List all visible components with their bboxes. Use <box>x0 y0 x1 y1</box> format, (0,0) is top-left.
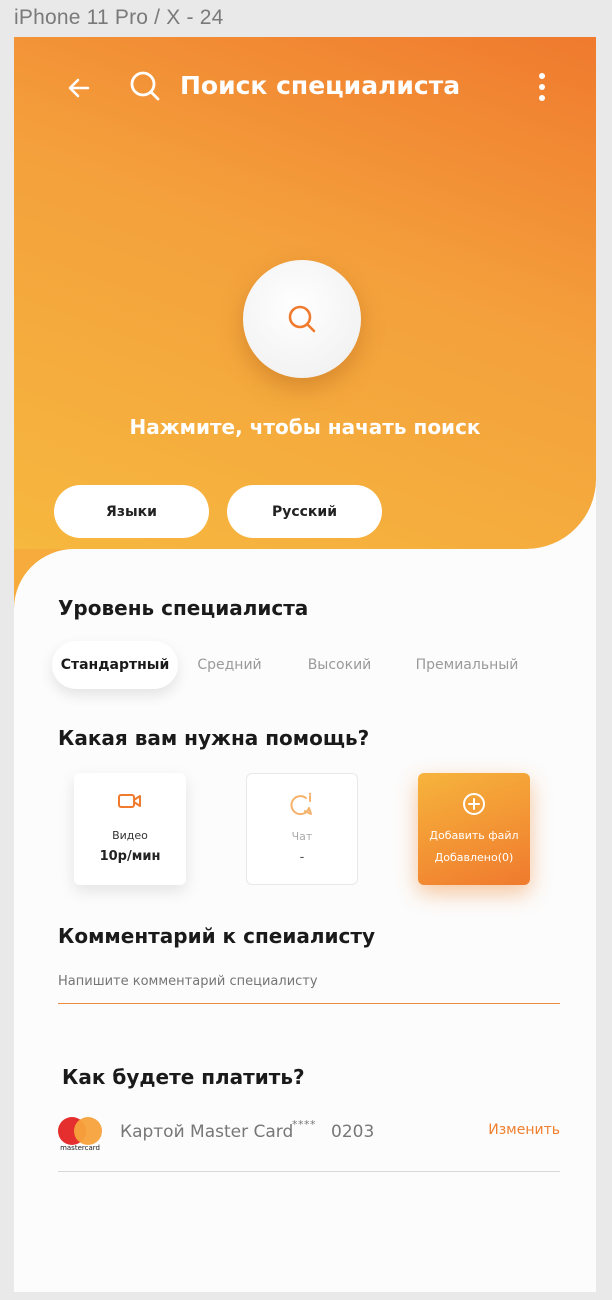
comment-underline <box>58 1003 560 1004</box>
start-search-hint: Нажмите, чтобы начать поиск <box>129 415 481 439</box>
help-section-title: Какая вам нужна помощь? <box>58 726 370 750</box>
help-card-value: Добавлено(0) <box>434 851 514 864</box>
level-tab-premium[interactable]: Премиальный <box>416 641 519 689</box>
help-card-value: - <box>299 850 305 865</box>
search-icon <box>288 305 316 333</box>
change-payment-link[interactable]: Изменить <box>488 1122 560 1138</box>
video-camera-icon <box>118 794 141 808</box>
level-tab-standard[interactable]: Стандартный <box>52 641 178 689</box>
start-search-button[interactable] <box>243 260 361 378</box>
level-section-title: Уровень специалиста <box>58 596 309 620</box>
filter-russian-button[interactable]: Русский <box>227 485 382 538</box>
payment-method-row: mastercard Картой Master Card **** 0203 … <box>58 1117 560 1157</box>
level-tabs: Стандартный Средний Высокий Премиальный <box>52 641 572 689</box>
comment-input[interactable] <box>58 974 560 989</box>
level-tab-medium[interactable]: Средний <box>192 641 267 689</box>
card-last-digits: 0203 <box>331 1122 375 1142</box>
help-card-video[interactable]: Видео 10р/мин <box>74 773 186 885</box>
help-card-chat[interactable]: Чат - <box>246 773 358 885</box>
kebab-menu-icon[interactable] <box>537 73 547 105</box>
help-card-label: Добавить файл <box>429 829 519 842</box>
comment-section-title: Комментарий к спеиалисту <box>58 924 375 948</box>
help-card-value: 10р/мин <box>99 849 161 864</box>
search-hero: Поиск специалиста Нажмите, чтобы начать … <box>14 37 596 549</box>
chat-icon <box>290 792 312 816</box>
search-icon <box>130 71 160 101</box>
payment-method-label: Картой Master Card <box>120 1122 294 1142</box>
frame-label: iPhone 11 Pro / X - 24 <box>14 6 224 29</box>
help-card-add-file[interactable]: Добавить файл Добавлено(0) <box>418 773 530 885</box>
level-tab-high[interactable]: Высокий <box>302 641 377 689</box>
help-card-label: Видео <box>112 829 148 842</box>
add-circle-icon <box>463 793 485 815</box>
phone-screen: Поиск специалиста Нажмите, чтобы начать … <box>14 37 596 1292</box>
payment-section-title: Как будете платить? <box>62 1065 305 1089</box>
top-bar: Поиск специалиста <box>14 65 596 115</box>
help-card-label: Чат <box>291 830 313 843</box>
payment-divider <box>58 1171 560 1172</box>
card-mask: **** <box>292 1118 316 1131</box>
arrow-left-icon[interactable] <box>66 75 92 101</box>
mastercard-logo: mastercard <box>58 1117 102 1153</box>
filter-languages-button[interactable]: Языки <box>54 485 209 538</box>
page-title: Поиск специалиста <box>180 71 461 100</box>
